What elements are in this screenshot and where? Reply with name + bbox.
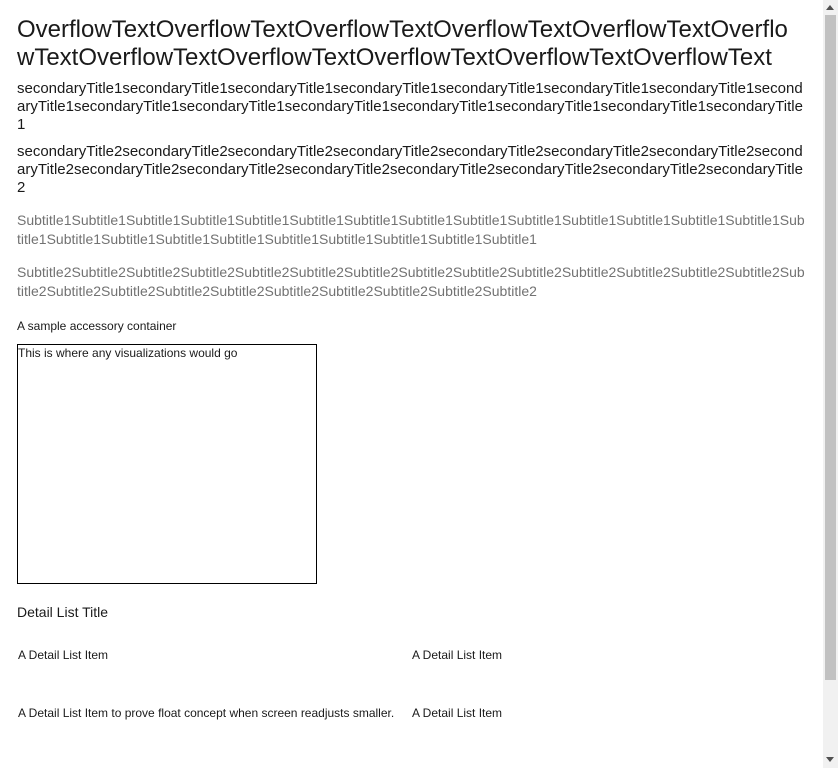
secondary-title-1: secondaryTitle1secondaryTitle1secondaryT… bbox=[17, 80, 803, 133]
scrollbar-thumb[interactable] bbox=[825, 15, 836, 680]
scroll-down-arrow-icon[interactable] bbox=[826, 757, 834, 762]
subtitle-1: Subtitle1Subtitle1Subtitle1Subtitle1Subt… bbox=[17, 212, 805, 247]
visualization-container: This is where any visualizations would g… bbox=[17, 344, 317, 584]
accessory-container: A sample accessory container bbox=[17, 319, 177, 333]
detail-list-item: A Detail List Item to prove float concep… bbox=[18, 706, 395, 720]
subtitle-2: Subtitle2Subtitle2Subtitle2Subtitle2Subt… bbox=[17, 264, 805, 299]
visualization-placeholder-text: This is where any visualizations would g… bbox=[18, 346, 238, 360]
scroll-up-arrow-icon[interactable] bbox=[826, 5, 834, 10]
detail-list-item: A Detail List Item bbox=[412, 648, 503, 662]
page-viewport: OverflowTextOverflowTextOverflowTextOver… bbox=[0, 0, 823, 768]
vertical-scrollbar[interactable] bbox=[823, 0, 838, 768]
main-title: OverflowTextOverflowTextOverflowTextOver… bbox=[17, 16, 788, 71]
page-content: OverflowTextOverflowTextOverflowTextOver… bbox=[17, 16, 805, 720]
detail-list-item: A Detail List Item bbox=[18, 648, 109, 662]
detail-list-item: A Detail List Item bbox=[412, 706, 503, 720]
secondary-title-2: secondaryTitle2secondaryTitle2secondaryT… bbox=[17, 143, 803, 196]
detail-list-title: Detail List Title bbox=[17, 604, 109, 620]
